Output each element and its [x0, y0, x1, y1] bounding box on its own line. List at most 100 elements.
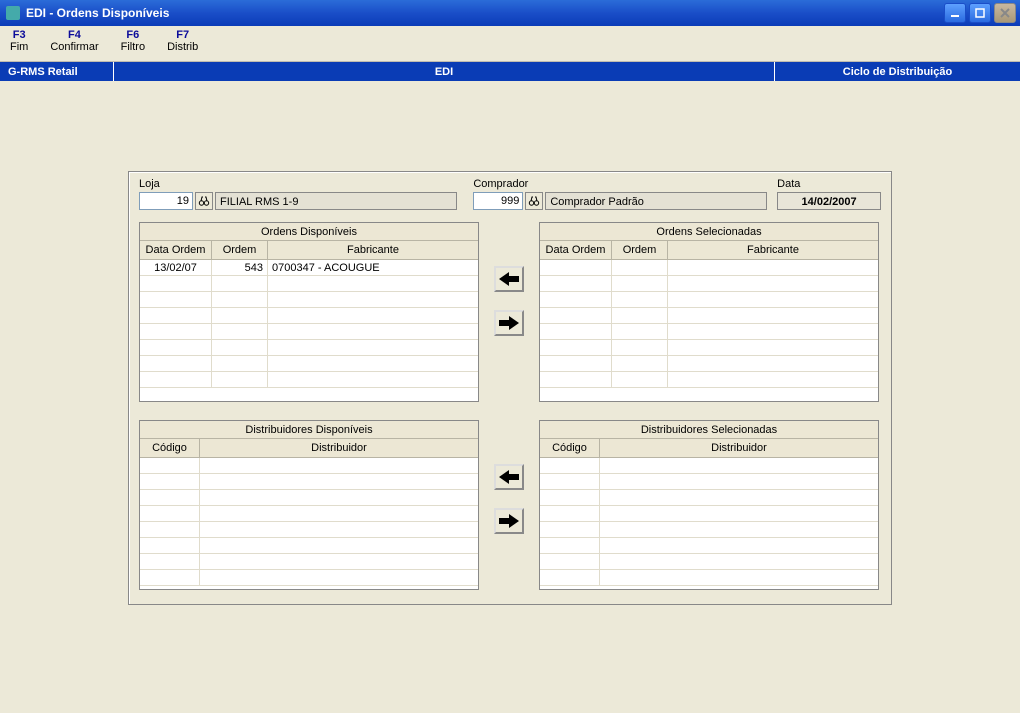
- arrow-left-icon: [498, 271, 520, 287]
- breadcrumb-app: G-RMS Retail: [0, 62, 114, 81]
- table-row[interactable]: [540, 506, 878, 522]
- table-row[interactable]: [140, 554, 478, 570]
- table-row[interactable]: [140, 356, 478, 372]
- grid-body: [540, 260, 878, 388]
- table-row[interactable]: [540, 372, 878, 388]
- table-row[interactable]: [540, 474, 878, 490]
- table-row[interactable]: [540, 292, 878, 308]
- col-fabricante: Fabricante: [268, 241, 478, 259]
- breadcrumb-module: EDI: [114, 62, 775, 81]
- col-fabricante: Fabricante: [668, 241, 878, 259]
- loja-lookup-button[interactable]: [195, 192, 213, 210]
- table-row[interactable]: [540, 356, 878, 372]
- table-row[interactable]: [140, 372, 478, 388]
- table-row[interactable]: [540, 538, 878, 554]
- maximize-button[interactable]: [969, 3, 991, 23]
- toolbar-label: Fim: [10, 41, 28, 53]
- fk-label: F6: [121, 29, 145, 41]
- data-label: Data: [777, 178, 881, 190]
- comprador-lookup-button[interactable]: [525, 192, 543, 210]
- distribuidores-disponiveis-grid[interactable]: Distribuidores Disponíveis Código Distri…: [139, 420, 479, 590]
- col-distribuidor: Distribuidor: [200, 439, 478, 457]
- col-data-ordem: Data Ordem: [540, 241, 612, 259]
- table-row[interactable]: [140, 490, 478, 506]
- breadcrumb-cycle: Ciclo de Distribuição: [775, 62, 1020, 81]
- grid-title: Ordens Disponíveis: [140, 223, 478, 241]
- table-row[interactable]: [540, 570, 878, 586]
- comprador-name: Comprador Padrão: [545, 192, 767, 210]
- col-distribuidor: Distribuidor: [600, 439, 878, 457]
- comprador-input[interactable]: [473, 192, 523, 210]
- toolbar-label: Filtro: [121, 41, 145, 53]
- move-right-ordens-button[interactable]: [494, 310, 524, 336]
- table-row[interactable]: [540, 324, 878, 340]
- move-right-dist-button[interactable]: [494, 508, 524, 534]
- cell-data: 13/02/07: [140, 260, 212, 275]
- binoculars-icon: [198, 195, 210, 207]
- arrow-left-icon: [498, 469, 520, 485]
- toolbar-distrib[interactable]: F7 Distrib: [167, 29, 198, 53]
- cell-ordem: 543: [212, 260, 268, 275]
- toolbar-fim[interactable]: F3 Fim: [10, 29, 28, 53]
- table-row[interactable]: 13/02/07 543 0700347 - ACOUGUE: [140, 260, 478, 276]
- table-row[interactable]: [540, 490, 878, 506]
- col-data-ordem: Data Ordem: [140, 241, 212, 259]
- grid-title: Distribuidores Disponíveis: [140, 421, 478, 439]
- table-row[interactable]: [540, 308, 878, 324]
- table-row[interactable]: [140, 474, 478, 490]
- fk-label: F3: [10, 29, 28, 41]
- move-left-dist-button[interactable]: [494, 464, 524, 490]
- titlebar: EDI - Ordens Disponíveis: [0, 0, 1020, 26]
- breadcrumb-bar: G-RMS Retail EDI Ciclo de Distribuição: [0, 62, 1020, 81]
- arrow-right-icon: [498, 513, 520, 529]
- main-panel: Loja FILIAL RMS 1-9 Comprador Comprador: [128, 171, 892, 605]
- minimize-button[interactable]: [944, 3, 966, 23]
- table-row[interactable]: [140, 340, 478, 356]
- app-icon: [6, 6, 20, 20]
- grid-title: Ordens Selecionadas: [540, 223, 878, 241]
- col-ordem: Ordem: [212, 241, 268, 259]
- table-row[interactable]: [140, 308, 478, 324]
- table-row[interactable]: [540, 340, 878, 356]
- fk-label: F7: [167, 29, 198, 41]
- ordens-selecionadas-grid[interactable]: Ordens Selecionadas Data Ordem Ordem Fab…: [539, 222, 879, 402]
- toolbar-confirmar[interactable]: F4 Confirmar: [50, 29, 98, 53]
- cell-fab: 0700347 - ACOUGUE: [268, 260, 478, 275]
- fk-label: F4: [50, 29, 98, 41]
- table-row[interactable]: [140, 570, 478, 586]
- toolbar-label: Distrib: [167, 41, 198, 53]
- window-buttons: [944, 3, 1016, 23]
- table-row[interactable]: [140, 506, 478, 522]
- move-left-ordens-button[interactable]: [494, 266, 524, 292]
- table-row[interactable]: [140, 522, 478, 538]
- close-button[interactable]: [994, 3, 1016, 23]
- ordens-disponiveis-grid[interactable]: Ordens Disponíveis Data Ordem Ordem Fabr…: [139, 222, 479, 402]
- toolbar-label: Confirmar: [50, 41, 98, 53]
- loja-label: Loja: [139, 178, 457, 190]
- binoculars-icon: [528, 195, 540, 207]
- table-row[interactable]: [140, 538, 478, 554]
- window-title: EDI - Ordens Disponíveis: [26, 6, 944, 20]
- table-row[interactable]: [140, 324, 478, 340]
- toolbar-filtro[interactable]: F6 Filtro: [121, 29, 145, 53]
- table-row[interactable]: [540, 260, 878, 276]
- table-row[interactable]: [540, 276, 878, 292]
- grid-body: 13/02/07 543 0700347 - ACOUGUE: [140, 260, 478, 388]
- table-row[interactable]: [540, 554, 878, 570]
- table-row[interactable]: [140, 292, 478, 308]
- comprador-label: Comprador: [473, 178, 767, 190]
- arrow-right-icon: [498, 315, 520, 331]
- table-row[interactable]: [540, 522, 878, 538]
- distribuidores-selecionados-grid[interactable]: Distribuidores Selecionadas Código Distr…: [539, 420, 879, 590]
- loja-input[interactable]: [139, 192, 193, 210]
- table-row[interactable]: [140, 458, 478, 474]
- data-value: 14/02/2007: [777, 192, 881, 210]
- col-ordem: Ordem: [612, 241, 668, 259]
- table-row[interactable]: [540, 458, 878, 474]
- col-codigo: Código: [540, 439, 600, 457]
- col-codigo: Código: [140, 439, 200, 457]
- grid-body: [540, 458, 878, 586]
- table-row[interactable]: [140, 276, 478, 292]
- toolbar: F3 Fim F4 Confirmar F6 Filtro F7 Distrib: [0, 26, 1020, 62]
- grid-title: Distribuidores Selecionadas: [540, 421, 878, 439]
